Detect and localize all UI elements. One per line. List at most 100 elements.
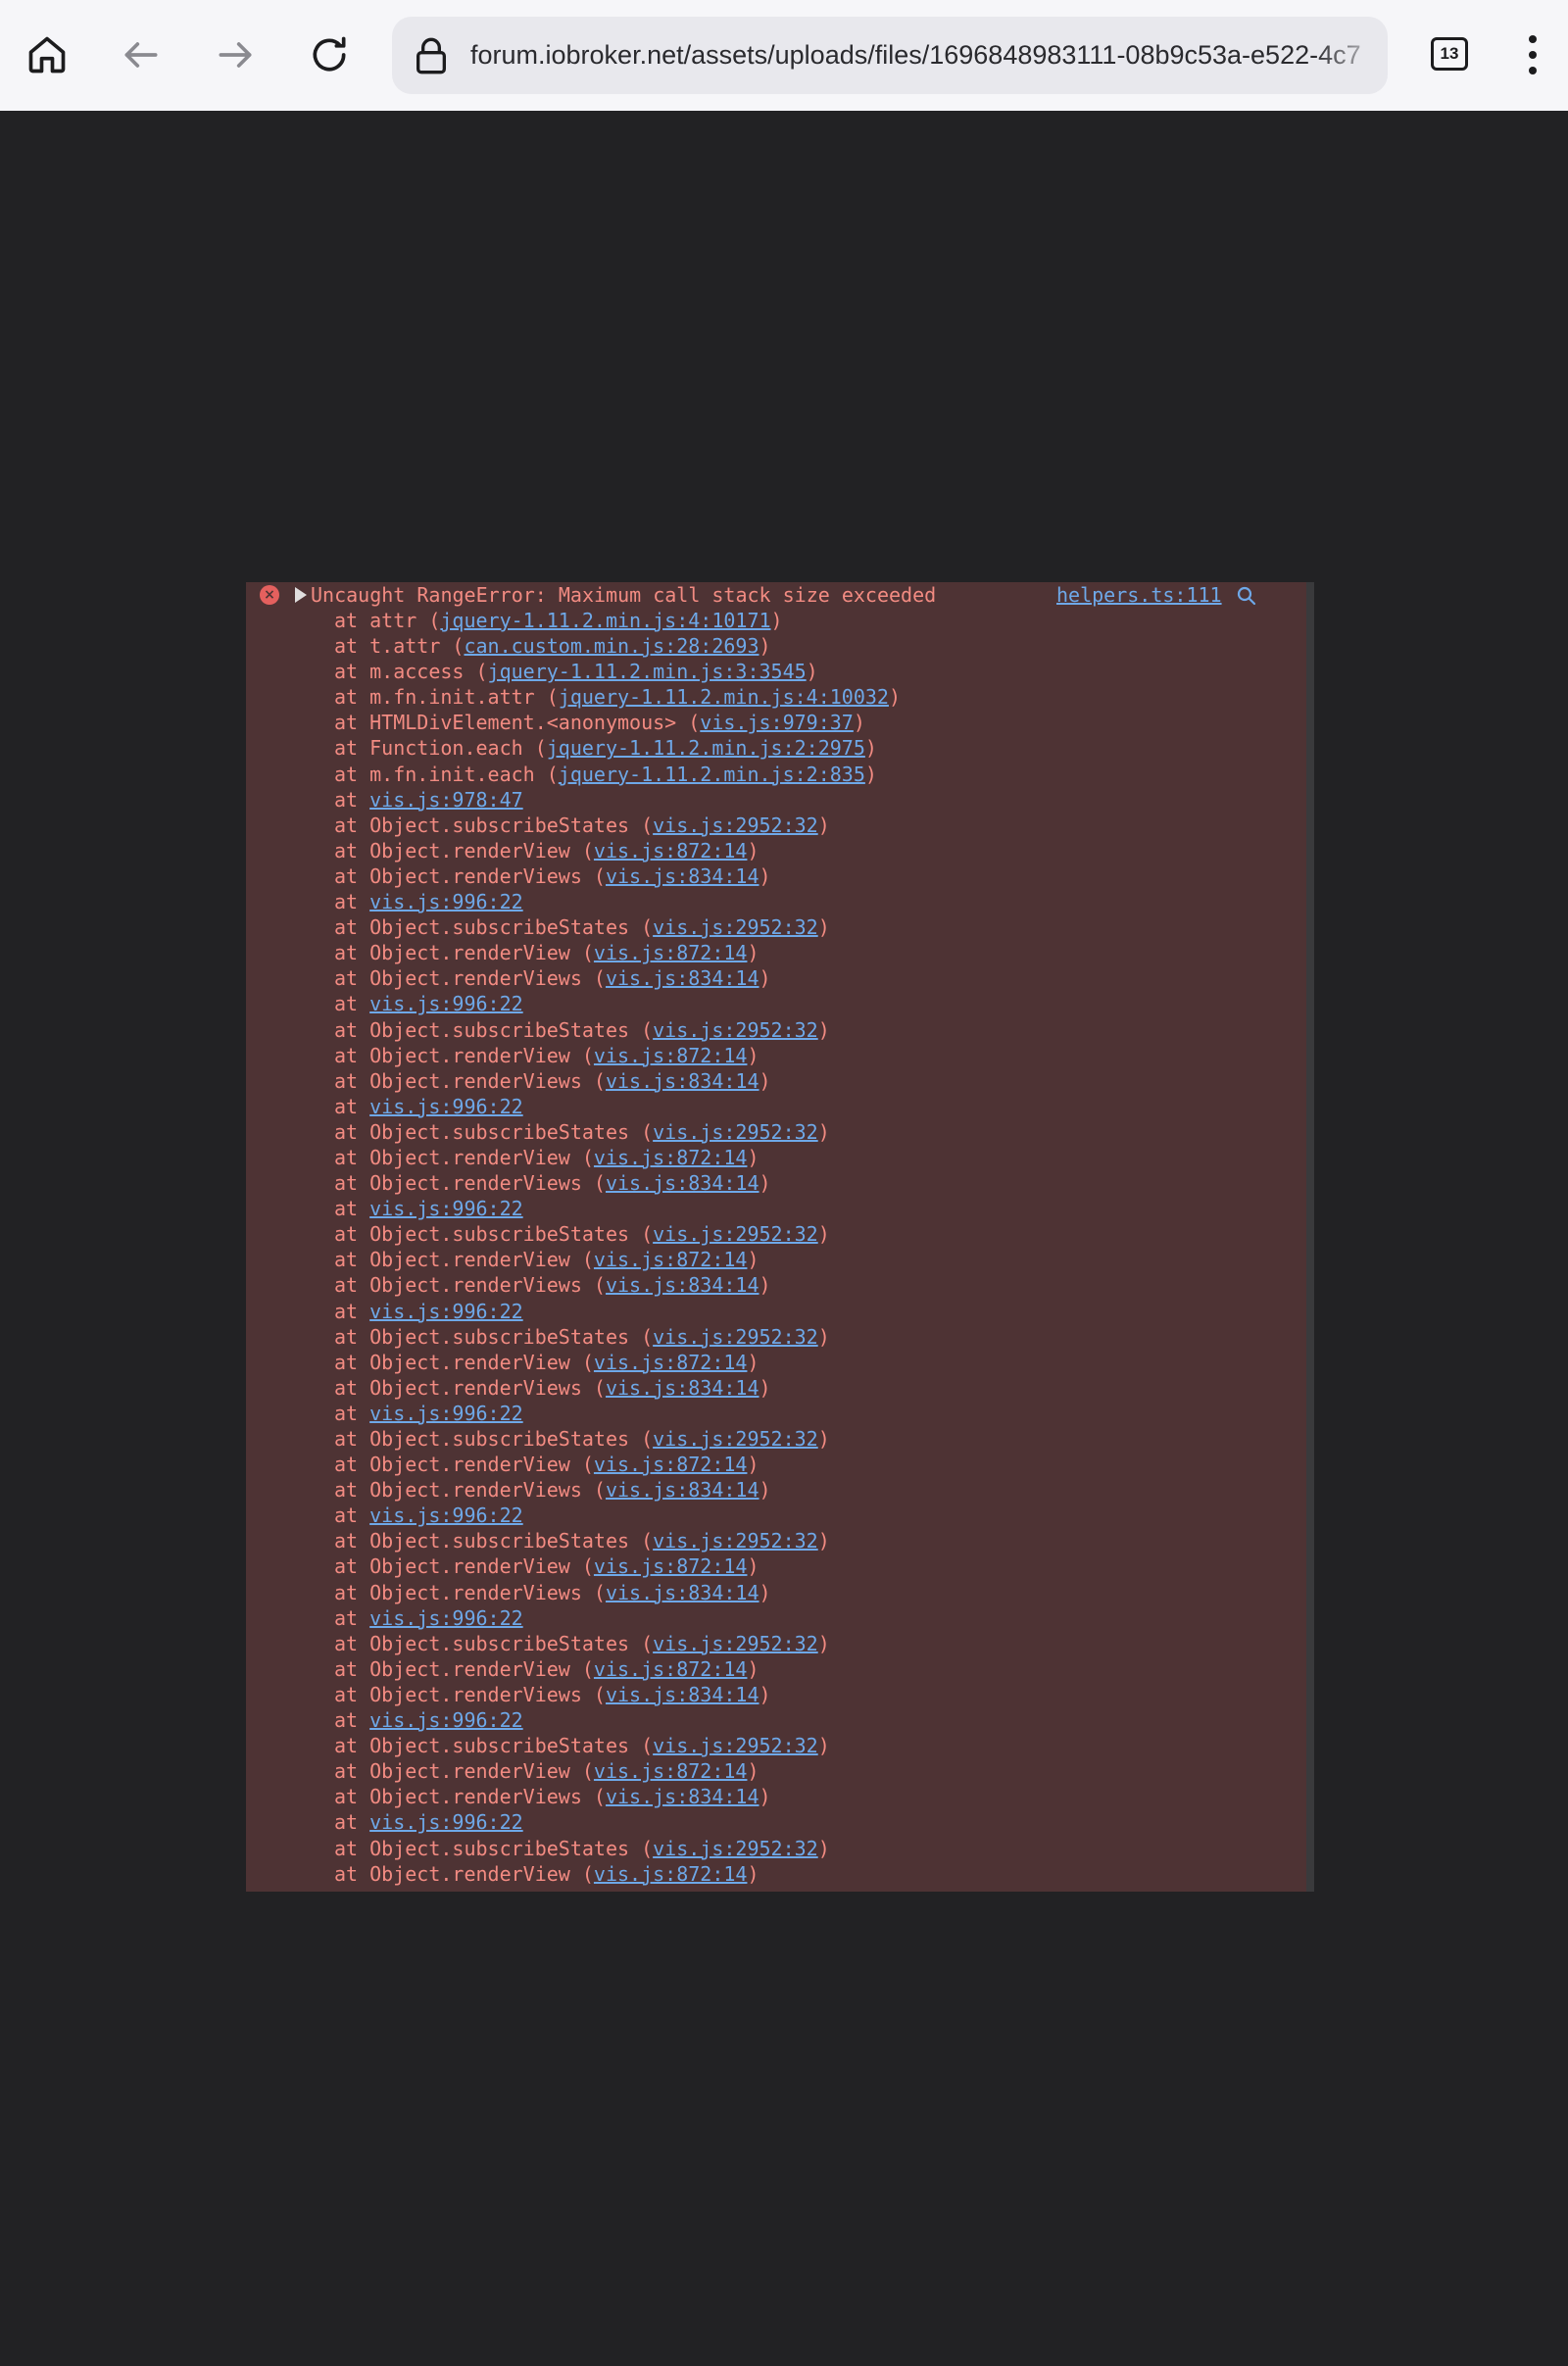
stack-frame: at vis.js:996:22 — [334, 1401, 901, 1426]
stack-frame-function: Object.subscribeStates — [369, 1631, 630, 1655]
back-arrow-icon[interactable] — [110, 24, 172, 86]
stack-frame-source-link: vis.js:872:14 — [593, 1043, 748, 1067]
stack-frame-prefix: at — [334, 1759, 370, 1784]
stack-frame: at Object.renderView (vis.js:872:14) — [334, 1861, 760, 1886]
stack-frame-function: Object.renderViews — [369, 1478, 582, 1503]
stack-frame-function: Object.subscribeStates — [369, 1017, 630, 1042]
expand-triangle-icon — [295, 587, 307, 603]
stack-frame-prefix: at — [334, 1734, 370, 1758]
address-bar[interactable]: forum.iobroker.net/assets/uploads/files/… — [392, 17, 1388, 94]
stack-frame-source-link: vis.js:2952:32 — [653, 1836, 818, 1860]
stack-frame: at vis.js:996:22 — [334, 1196, 901, 1221]
stack-frame: at Object.subscribeStates (vis.js:2952:3… — [334, 1734, 830, 1758]
stack-frame-function: Object.subscribeStates — [369, 1529, 630, 1553]
stack-frame: at m.fn.init.each (jquery-1.11.2.min.js:… — [334, 762, 877, 786]
stack-frame-prefix: at — [334, 1145, 370, 1169]
stack-frame: at vis.js:996:22 — [334, 1809, 901, 1835]
stack-frame: at Object.subscribeStates (vis.js:2952:3… — [334, 1836, 830, 1860]
stack-frame-function: Object.subscribeStates — [369, 1734, 630, 1758]
source-link: helpers.ts:111 — [1056, 583, 1222, 607]
stack-frame-prefix: at — [334, 1375, 370, 1400]
stack-frame-source-link: vis.js:979:37 — [700, 711, 854, 735]
stack-frame-prefix: at — [334, 863, 370, 888]
stack-frame-prefix: at — [334, 1119, 370, 1144]
stack-frame-source-link: vis.js:834:14 — [605, 1375, 760, 1400]
stack-frame-source-link: vis.js:872:14 — [593, 1453, 748, 1477]
stack-frame-function: t.attr — [369, 634, 441, 659]
stack-frame: at attr (jquery-1.11.2.min.js:4:10171) — [334, 609, 783, 632]
stack-frame-prefix: at — [334, 1708, 370, 1733]
stack-frame-prefix: at — [334, 992, 370, 1016]
stack-frame-function: Object.renderView — [369, 1554, 570, 1579]
stack-frame-prefix: at — [334, 1427, 370, 1451]
stack-frame-prefix: at — [334, 685, 370, 710]
stack-frame-prefix: at — [334, 1094, 370, 1118]
stack-frame-prefix: at — [334, 1836, 370, 1860]
stack-frame: at Object.renderView (vis.js:872:14) — [334, 1248, 760, 1272]
url-text[interactable]: forum.iobroker.net/assets/uploads/files/… — [470, 17, 1388, 94]
stack-frame-function: Object.renderViews — [369, 863, 582, 888]
stack-frame-prefix: at — [334, 762, 370, 786]
stack-frame: at Object.renderView (vis.js:872:14) — [334, 1145, 760, 1169]
stack-frame-source-link: vis.js:834:14 — [605, 1682, 760, 1706]
stack-frame: at vis.js:996:22 — [334, 889, 901, 914]
stack-frame-prefix: at — [334, 1503, 370, 1528]
stack-frame: at vis.js:996:22 — [334, 1707, 901, 1733]
stack-frame-prefix: at — [334, 1324, 370, 1349]
stack-frame-function: Object.renderView — [369, 838, 570, 863]
stack-frame-source-link: vis.js:2952:32 — [653, 1324, 818, 1349]
stack-frame-source-link: vis.js:834:14 — [605, 1273, 760, 1298]
stack-frame: at Object.subscribeStates (vis.js:2952:3… — [334, 915, 830, 940]
stack-frame-prefix: at — [334, 660, 370, 684]
tabs-icon[interactable]: 13 — [1431, 37, 1468, 71]
stack-frame-source-link: vis.js:872:14 — [593, 1554, 748, 1579]
stack-frame-source-link: vis.js:2952:32 — [653, 1734, 818, 1758]
stack-frame-source-link: vis.js:834:14 — [605, 1171, 760, 1196]
reload-icon[interactable] — [298, 24, 361, 86]
stack-frame: at Object.renderView (vis.js:872:14) — [334, 941, 760, 965]
stack-frame-prefix: at — [334, 1529, 370, 1553]
stack-frame: at Object.renderViews (vis.js:834:14) — [334, 1171, 771, 1196]
stack-frame-function: Object.renderView — [369, 1043, 570, 1067]
stack-frame: at vis.js:996:22 — [334, 1094, 901, 1119]
stack-frame: at vis.js:996:22 — [334, 1299, 901, 1324]
search-icon — [1237, 586, 1256, 606]
stack-frame-source-link: vis.js:2952:32 — [653, 1017, 818, 1042]
stack-frame-source-link: jquery-1.11.2.min.js:2:2975 — [546, 736, 865, 761]
stack-frame-source-link: vis.js:834:14 — [605, 863, 760, 888]
stack-frame: at Object.renderViews (vis.js:834:14) — [334, 1478, 771, 1503]
stack-frame-source-link: vis.js:996:22 — [369, 1810, 523, 1835]
lock-icon[interactable] — [408, 32, 455, 79]
stack-frame: at Object.renderViews (vis.js:834:14) — [334, 1068, 771, 1093]
stack-frame-prefix: at — [334, 1861, 370, 1886]
stack-frame-prefix: at — [334, 1785, 370, 1809]
stack-frame-source-link: vis.js:834:14 — [605, 1478, 760, 1503]
stack-frame-prefix: at — [334, 609, 370, 632]
stack-frame-function: m.fn.init.each — [369, 762, 535, 786]
stack-frame: at HTMLDivElement.<anonymous> (vis.js:97… — [334, 711, 865, 735]
stack-frame-source-link: vis.js:2952:32 — [653, 1529, 818, 1553]
stack-frame-function: HTMLDivElement.<anonymous> — [369, 711, 677, 735]
stack-frame-source-link: vis.js:872:14 — [593, 1759, 748, 1784]
stack-frame-source-link: jquery-1.11.2.min.js:2:835 — [558, 762, 865, 786]
stack-frame-prefix: at — [334, 1171, 370, 1196]
home-icon[interactable] — [16, 24, 78, 86]
forward-arrow-icon[interactable] — [204, 24, 267, 86]
stack-frame-source-link: jquery-1.11.2.min.js:4:10032 — [558, 685, 889, 710]
stack-frame: at Object.renderView (vis.js:872:14) — [334, 1554, 760, 1579]
stack-frame: at Object.subscribeStates (vis.js:2952:3… — [334, 1324, 830, 1349]
stack-frame-function: Object.renderView — [369, 941, 570, 965]
error-message: Uncaught RangeError: Maximum call stack … — [311, 583, 937, 607]
stack-frame: at Object.renderViews (vis.js:834:14) — [334, 863, 771, 888]
stack-frame: at vis.js:978:47 — [334, 787, 901, 813]
stack-frame-function: Object.renderView — [369, 1145, 570, 1169]
stack-frame-function: Object.subscribeStates — [369, 813, 630, 837]
stack-frame-source-link: vis.js:2952:32 — [653, 1427, 818, 1451]
more-vert-icon[interactable] — [1505, 24, 1560, 86]
stack-frame-prefix: at — [334, 890, 370, 914]
stack-frame-source-link: vis.js:2952:32 — [653, 1222, 818, 1247]
stack-frame: at Function.each (jquery-1.11.2.min.js:2… — [334, 736, 877, 761]
stack-frame-prefix: at — [334, 1580, 370, 1604]
stack-frame-prefix: at — [334, 1197, 370, 1221]
stack-frame-function: Object.renderViews — [369, 1682, 582, 1706]
